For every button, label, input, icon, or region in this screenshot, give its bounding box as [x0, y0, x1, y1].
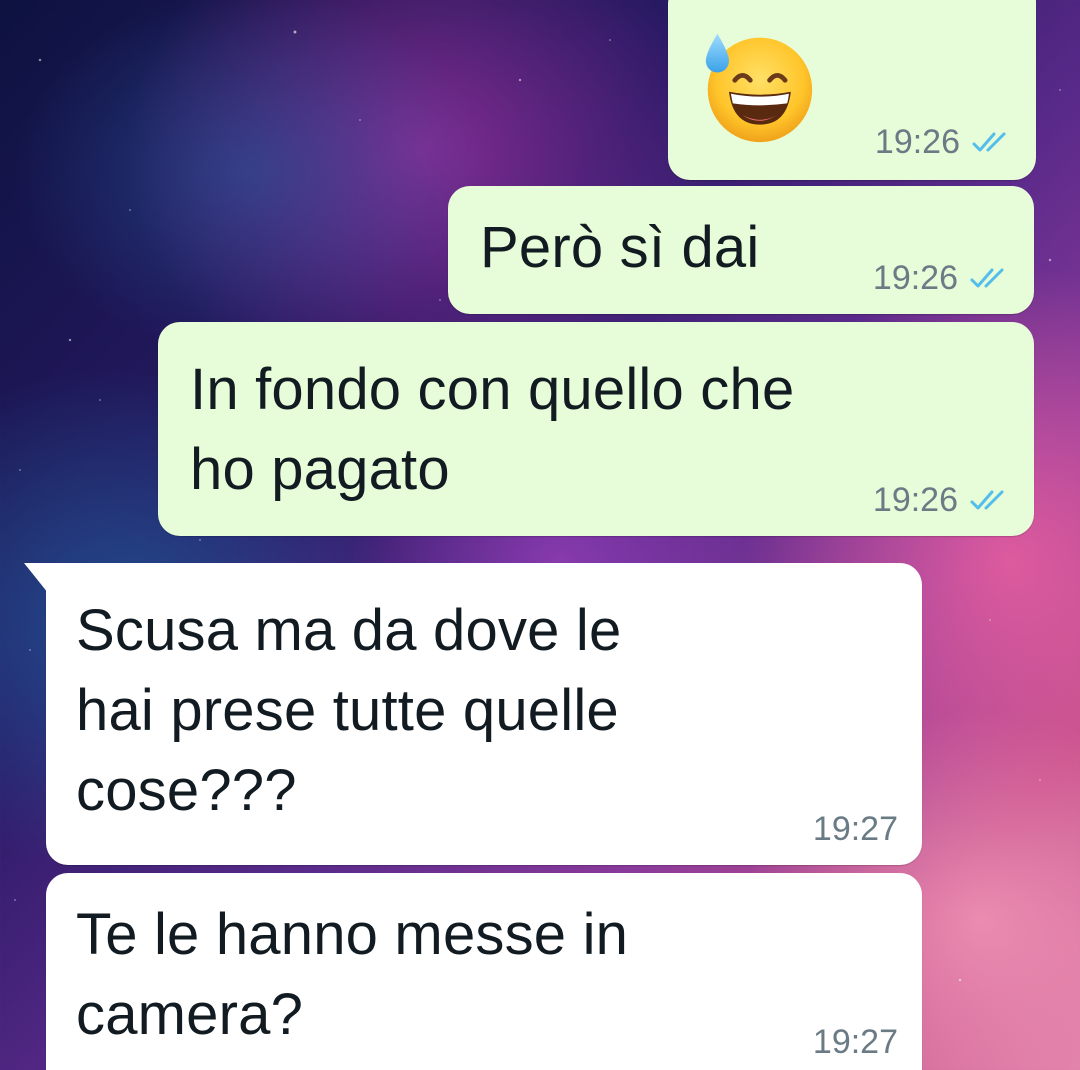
double-check-read-icon: [970, 268, 1004, 287]
message-text: Scusa ma da dove le hai prese tutte quel…: [76, 598, 622, 823]
message-meta: 19:26: [875, 123, 1014, 162]
message-text: Però sì dai: [480, 215, 760, 280]
message-time: 19:26: [874, 123, 960, 161]
double-check-read-icon: [970, 490, 1004, 509]
incoming-message[interactable]: Te le hanno messe in camera? 19:27: [46, 873, 922, 1070]
bubble-tail: [24, 563, 48, 593]
message-meta: 19:26: [873, 481, 1012, 520]
message-time: 19:26: [872, 259, 958, 297]
message-time: 19:27: [812, 810, 898, 848]
message-time: 19:26: [872, 481, 958, 519]
message-meta: 19:26: [873, 259, 1012, 298]
message-text: Te le hanno messe in camera?: [76, 902, 629, 1047]
outgoing-message[interactable]: Però sì dai 19:26: [448, 186, 1034, 314]
message-text: In fondo con quello che ho pagato: [190, 357, 795, 502]
message-meta: 19:27: [813, 1023, 898, 1062]
message-meta: 19:27: [813, 810, 898, 849]
grinning-face-with-sweat-icon: [705, 33, 813, 143]
incoming-message[interactable]: Scusa ma da dove le hai prese tutte quel…: [24, 563, 922, 865]
outgoing-message[interactable]: In fondo con quello che ho pagato 19:26: [158, 322, 1034, 536]
outgoing-message-emoji[interactable]: 19:26: [668, 0, 1036, 180]
message-time: 19:27: [812, 1023, 898, 1061]
double-check-read-icon: [972, 132, 1006, 151]
